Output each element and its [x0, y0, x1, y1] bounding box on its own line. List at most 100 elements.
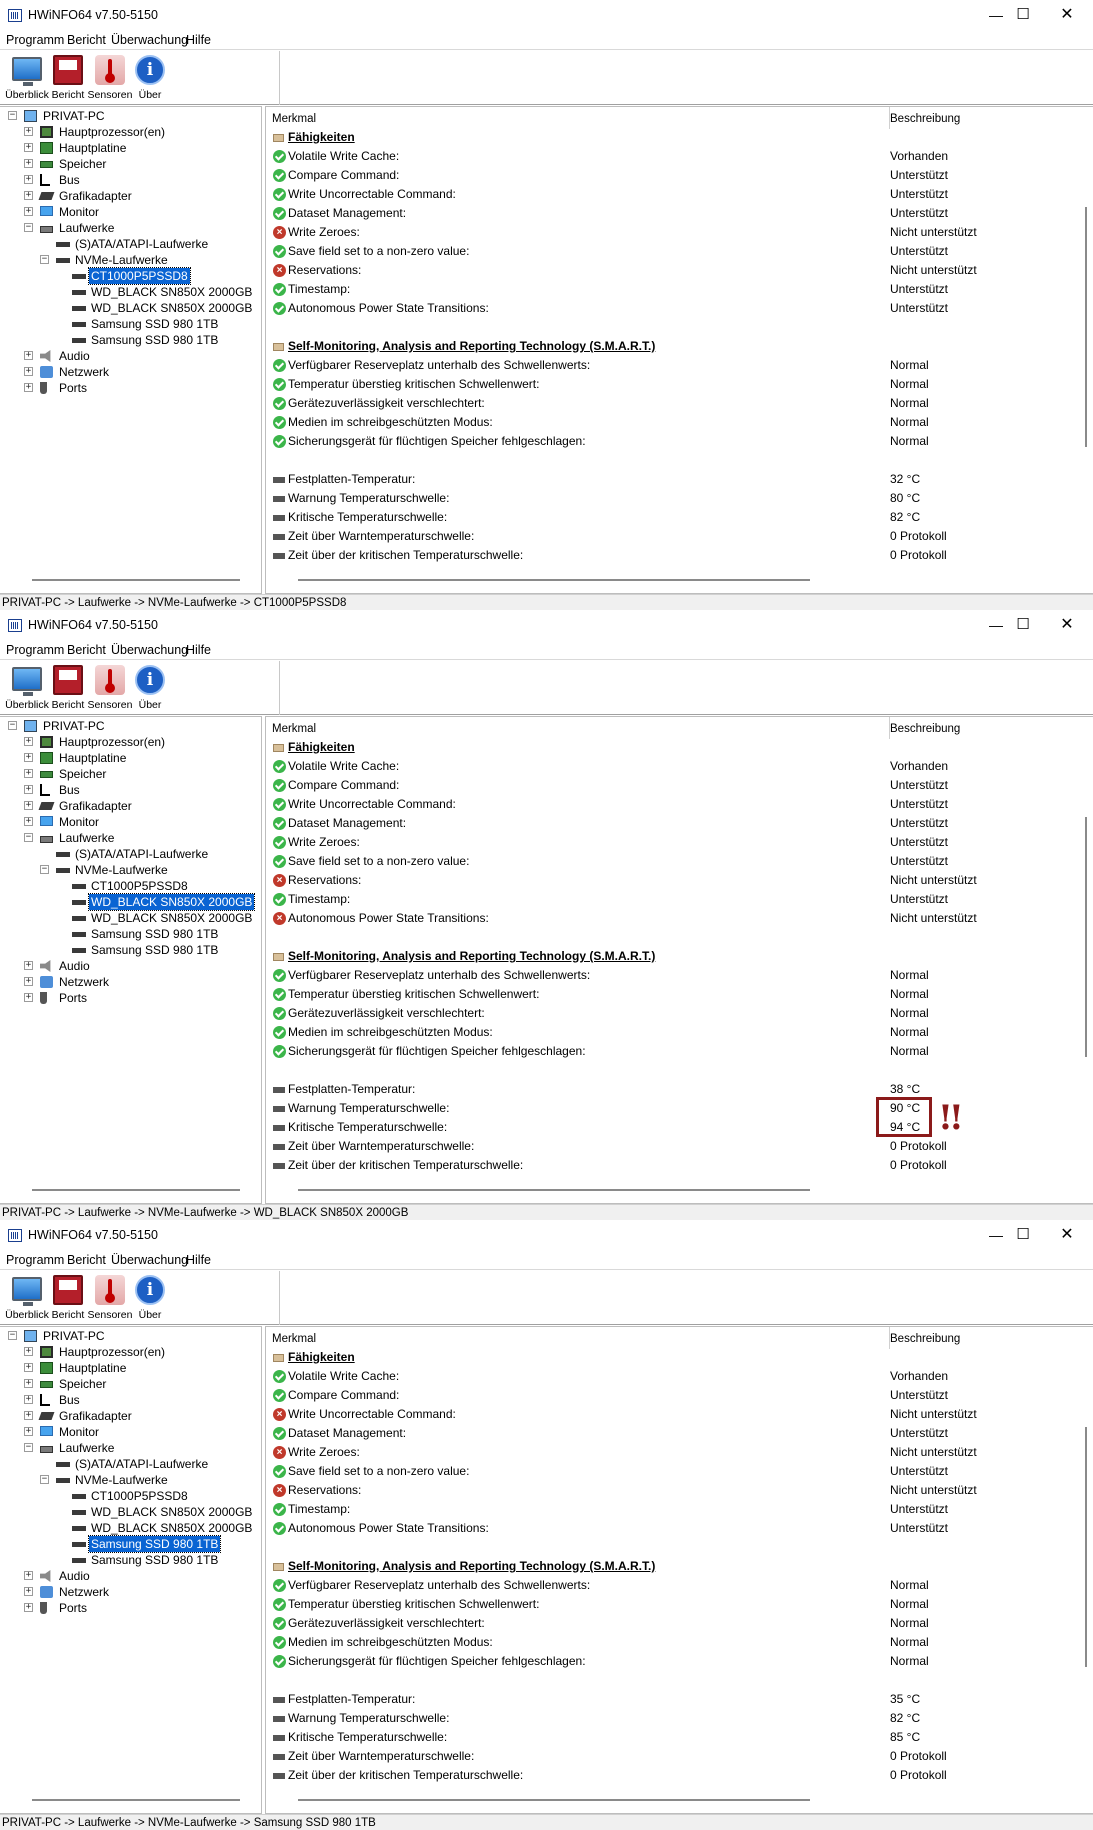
- tree-expander-plus[interactable]: +: [24, 1571, 33, 1580]
- tree-expander-plus[interactable]: +: [24, 801, 33, 810]
- about-button[interactable]: i Über: [125, 663, 175, 713]
- menu-item-4[interactable]: Hilfe: [186, 643, 211, 657]
- device-tree[interactable]: − PRIVAT-PC + Hauptprozessor(en) + Hauptplati…: [0, 1326, 262, 1814]
- detail-row[interactable]: Medien im schreibgeschützten Modus: Norma…: [266, 1023, 1093, 1042]
- about-button[interactable]: i Über: [125, 1273, 175, 1323]
- detail-row[interactable]: Write Uncorrectable Command: Unterstützt: [266, 795, 1093, 814]
- detail-row[interactable]: Warnung Temperaturschwelle: 90 °C: [266, 1099, 1093, 1118]
- column-header-description[interactable]: Beschreibung: [890, 1333, 960, 1345]
- detail-row[interactable]: × Autonomous Power State Transitions: Nich…: [266, 909, 1093, 928]
- detail-row[interactable]: Volatile Write Cache: Vorhanden: [266, 1367, 1093, 1386]
- detail-row[interactable]: Write Zeroes: Unterstützt: [266, 833, 1093, 852]
- tree-expander-plus[interactable]: +: [24, 961, 33, 970]
- column-divider[interactable]: [889, 1327, 890, 1349]
- detail-row[interactable]: Autonomous Power State Transitions: Unter…: [266, 299, 1093, 318]
- tree-expander-minus[interactable]: −: [8, 111, 17, 120]
- detail-row[interactable]: Save field set to a non-zero value: Unter…: [266, 1462, 1093, 1481]
- detail-row[interactable]: Medien im schreibgeschützten Modus: Norma…: [266, 1633, 1093, 1652]
- column-divider[interactable]: [889, 107, 890, 129]
- tree-expander-minus[interactable]: −: [24, 1443, 33, 1452]
- detail-row[interactable]: Warnung Temperaturschwelle: 80 °C: [266, 489, 1093, 508]
- horizontal-scrollbar[interactable]: [298, 1189, 810, 1191]
- detail-row[interactable]: Compare Command: Unterstützt: [266, 776, 1093, 795]
- section-header[interactable]: Self-Monitoring, Analysis and Reporting …: [266, 947, 1093, 966]
- tree-expander-plus[interactable]: +: [24, 1411, 33, 1420]
- detail-row[interactable]: Festplatten-Temperatur: 32 °C: [266, 470, 1093, 489]
- detail-row[interactable]: × Reservations: Nicht unterstützt: [266, 871, 1093, 890]
- detail-row[interactable]: Dataset Management: Unterstützt: [266, 1424, 1093, 1443]
- tree-expander-plus[interactable]: +: [24, 175, 33, 184]
- tree-horizontal-scrollbar[interactable]: [32, 579, 240, 581]
- detail-row[interactable]: Medien im schreibgeschützten Modus: Norma…: [266, 413, 1093, 432]
- menu-item-2[interactable]: Bericht: [67, 643, 106, 657]
- vertical-scrollbar[interactable]: [1085, 817, 1087, 1057]
- tree-expander-plus[interactable]: +: [24, 785, 33, 794]
- menu-item-2[interactable]: Bericht: [67, 1253, 106, 1267]
- maximize-button[interactable]: ☐: [1001, 613, 1045, 637]
- column-divider[interactable]: [889, 717, 890, 739]
- detail-row[interactable]: Verfügbarer Reserveplatz unterhalb des S…: [266, 1576, 1093, 1595]
- tree-expander-plus[interactable]: +: [24, 1363, 33, 1372]
- detail-row[interactable]: Temperatur überstieg kritischen Schwelle…: [266, 1595, 1093, 1614]
- column-header-description[interactable]: Beschreibung: [890, 723, 960, 735]
- device-tree[interactable]: − PRIVAT-PC + Hauptprozessor(en) + Hauptplati…: [0, 106, 262, 594]
- detail-row[interactable]: × Reservations: Nicht unterstützt: [266, 1481, 1093, 1500]
- tree-expander-minus[interactable]: −: [24, 223, 33, 232]
- tree-expander-plus[interactable]: +: [24, 1427, 33, 1436]
- menu-item-1[interactable]: Programm: [6, 1253, 64, 1267]
- detail-row[interactable]: Zeit über der kritischen Temperaturschwe…: [266, 1156, 1093, 1175]
- detail-row[interactable]: Dataset Management: Unterstützt: [266, 204, 1093, 223]
- details-list[interactable]: Merkmal Beschreibung Fähigkeiten Volatile W…: [265, 106, 1093, 594]
- detail-row[interactable]: Gerätezuverlässigkeit verschlechtert: Nor…: [266, 1614, 1093, 1633]
- section-header[interactable]: Self-Monitoring, Analysis and Reporting …: [266, 337, 1093, 356]
- detail-row[interactable]: Verfügbarer Reserveplatz unterhalb des S…: [266, 356, 1093, 375]
- tree-expander-plus[interactable]: +: [24, 351, 33, 360]
- tree-expander-minus[interactable]: −: [40, 865, 49, 874]
- section-header[interactable]: Self-Monitoring, Analysis and Reporting …: [266, 1557, 1093, 1576]
- detail-row[interactable]: Kritische Temperaturschwelle: 82 °C: [266, 508, 1093, 527]
- tree-expander-plus[interactable]: +: [24, 207, 33, 216]
- detail-row[interactable]: Write Uncorrectable Command: Unterstützt: [266, 185, 1093, 204]
- detail-row[interactable]: Verfügbarer Reserveplatz unterhalb des S…: [266, 966, 1093, 985]
- tree-expander-minus[interactable]: −: [40, 1475, 49, 1484]
- detail-row[interactable]: Compare Command: Unterstützt: [266, 166, 1093, 185]
- detail-row[interactable]: Zeit über der kritischen Temperaturschwe…: [266, 1766, 1093, 1785]
- menu-item-3[interactable]: Überwachung: [111, 33, 188, 47]
- detail-row[interactable]: Zeit über Warntemperaturschwelle: 0 Proto…: [266, 1137, 1093, 1156]
- detail-row[interactable]: Volatile Write Cache: Vorhanden: [266, 147, 1093, 166]
- detail-row[interactable]: Timestamp: Unterstützt: [266, 890, 1093, 909]
- detail-row[interactable]: Kritische Temperaturschwelle: 85 °C: [266, 1728, 1093, 1747]
- vertical-scrollbar[interactable]: [1085, 1427, 1087, 1667]
- close-button[interactable]: ✕: [1045, 613, 1089, 637]
- detail-row[interactable]: Autonomous Power State Transitions: Unter…: [266, 1519, 1093, 1538]
- close-button[interactable]: ✕: [1045, 1223, 1089, 1247]
- section-header[interactable]: Fähigkeiten: [266, 738, 1093, 757]
- detail-row[interactable]: Zeit über Warntemperaturschwelle: 0 Proto…: [266, 1747, 1093, 1766]
- tree-expander-plus[interactable]: +: [24, 1379, 33, 1388]
- maximize-button[interactable]: ☐: [1001, 1223, 1045, 1247]
- menu-item-1[interactable]: Programm: [6, 643, 64, 657]
- title-bar[interactable]: HWiNFO64 v7.50-5150— ☐ ✕: [0, 0, 1093, 30]
- tree-expander-plus[interactable]: +: [24, 159, 33, 168]
- detail-row[interactable]: Save field set to a non-zero value: Unter…: [266, 852, 1093, 871]
- detail-row[interactable]: × Write Uncorrectable Command: Nicht unter…: [266, 1405, 1093, 1424]
- tree-expander-plus[interactable]: +: [24, 737, 33, 746]
- menu-item-4[interactable]: Hilfe: [186, 1253, 211, 1267]
- title-bar[interactable]: HWiNFO64 v7.50-5150— ☐ ✕: [0, 1220, 1093, 1250]
- tree-expander-plus[interactable]: +: [24, 127, 33, 136]
- detail-row[interactable]: Festplatten-Temperatur: 38 °C: [266, 1080, 1093, 1099]
- detail-row[interactable]: Kritische Temperaturschwelle: 94 °C: [266, 1118, 1093, 1137]
- menu-item-3[interactable]: Überwachung: [111, 1253, 188, 1267]
- section-header[interactable]: Fähigkeiten: [266, 1348, 1093, 1367]
- detail-row[interactable]: Compare Command: Unterstützt: [266, 1386, 1093, 1405]
- detail-row[interactable]: Temperatur überstieg kritischen Schwelle…: [266, 985, 1093, 1004]
- detail-row[interactable]: Sicherungsgerät für flüchtigen Speicher …: [266, 1652, 1093, 1671]
- section-header[interactable]: Fähigkeiten: [266, 128, 1093, 147]
- horizontal-scrollbar[interactable]: [298, 1799, 810, 1801]
- menu-item-4[interactable]: Hilfe: [186, 33, 211, 47]
- detail-row[interactable]: Volatile Write Cache: Vorhanden: [266, 757, 1093, 776]
- tree-expander-plus[interactable]: +: [24, 769, 33, 778]
- detail-row[interactable]: × Write Zeroes: Nicht unterstützt: [266, 1443, 1093, 1462]
- tree-expander-plus[interactable]: +: [24, 753, 33, 762]
- tree-horizontal-scrollbar[interactable]: [32, 1799, 240, 1801]
